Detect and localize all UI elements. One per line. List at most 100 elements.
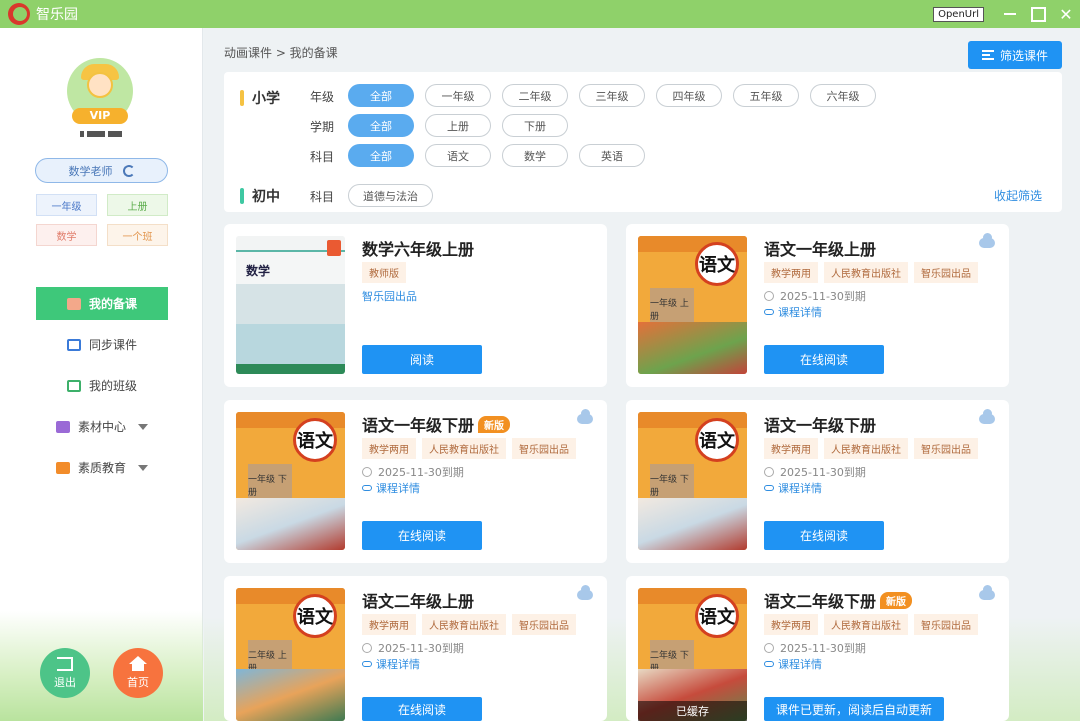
chip-subject-all[interactable]: 全部	[348, 144, 414, 167]
chip-subject-english[interactable]: 英语	[579, 144, 645, 167]
card-tag: 教学两用	[764, 438, 818, 459]
card-tag: 智乐园出品	[512, 438, 576, 459]
sidebar-item-label: 我的备课	[88, 297, 137, 311]
card-tag: 人民教育出版社	[824, 438, 908, 459]
sidebar-item-quality-education[interactable]: 素质教育	[36, 451, 168, 484]
read-online-button[interactable]: 在线阅读	[362, 521, 482, 550]
read-online-button[interactable]: 在线阅读	[764, 345, 884, 374]
card-title: 数学六年级上册	[362, 240, 475, 259]
filter-button-label: 筛选课件	[999, 48, 1048, 63]
refresh-icon	[122, 164, 135, 177]
course-card[interactable]: 语文 一年级 下册 语文一年级下册 新版 教学两用 人民教育出版社 智乐园出品 …	[224, 400, 607, 563]
breadcrumb: 动画课件 > 我的备课	[224, 46, 338, 60]
cloud-download-icon[interactable]	[577, 585, 593, 600]
cover-character: 语文	[695, 242, 739, 286]
chip-subject-morality[interactable]: 道德与法治	[348, 184, 433, 207]
filter-courseware-button[interactable]: 筛选课件	[968, 41, 1062, 69]
card-tag: 教学两用	[362, 614, 416, 635]
level-primary: 小学	[240, 88, 280, 108]
level-label: 初中	[252, 189, 280, 205]
chip-subject-math[interactable]: 数学	[502, 144, 568, 167]
course-details-link[interactable]: 课程详情	[764, 656, 822, 672]
sidebar-item-my-class[interactable]: 我的班级	[36, 369, 168, 402]
collapse-filter-link[interactable]: 收起筛选	[994, 187, 1042, 204]
read-online-button[interactable]: 在线阅读	[362, 697, 482, 721]
new-badge: 新版	[478, 415, 511, 433]
tv-icon	[55, 461, 70, 474]
sidebar-item-sync-courseware[interactable]: 同步课件	[36, 328, 168, 361]
chip-grade-2[interactable]: 二年级	[502, 84, 568, 107]
read-online-button[interactable]: 在线阅读	[764, 521, 884, 550]
vip-badge: VIP	[72, 108, 128, 124]
book-icon	[66, 297, 81, 310]
card-tags: 教学两用 人民教育出版社 智乐园出品	[764, 262, 978, 283]
card-title: 语文一年级上册	[764, 240, 877, 259]
chip-grade-4[interactable]: 四年级	[656, 84, 722, 107]
book-cover[interactable]: 数学	[236, 236, 345, 374]
sidebar-item-material-center[interactable]: 素材中心	[36, 410, 168, 443]
sidebar-item-my-prep[interactable]: 我的备课	[36, 287, 168, 320]
chip-grade-5[interactable]: 五年级	[733, 84, 799, 107]
username-masked	[80, 131, 125, 139]
app-title: 智乐园	[36, 7, 78, 23]
card-tag: 人民教育出版社	[422, 438, 506, 459]
expiry-info: 2025-11-30到期	[764, 640, 866, 656]
card-tags: 教学两用 人民教育出版社 智乐园出品	[362, 438, 576, 459]
cloud-download-icon[interactable]	[979, 233, 995, 248]
card-title: 语文一年级下册	[764, 416, 877, 435]
term-tag: 上册	[107, 194, 168, 216]
book-cover[interactable]: 语文 二年级 上册	[236, 588, 345, 721]
filter-row-label: 科目	[310, 150, 335, 164]
book-cover[interactable]: 语文 一年级 下册	[638, 412, 747, 550]
course-card[interactable]: 语文 一年级 下册 语文一年级下册 教学两用 人民教育出版社 智乐园出品 202…	[626, 400, 1009, 563]
chip-grade-3[interactable]: 三年级	[579, 84, 645, 107]
chip-term-first[interactable]: 上册	[425, 114, 491, 137]
chip-grade-all[interactable]: 全部	[348, 84, 414, 107]
cloud-download-icon[interactable]	[577, 409, 593, 424]
expiry-info: 2025-11-30到期	[764, 464, 866, 480]
book-cover[interactable]: 语文 一年级 上册	[638, 236, 747, 374]
course-details-link[interactable]: 课程详情	[764, 480, 822, 496]
card-tags: 教学两用 人民教育出版社 智乐园出品	[764, 438, 978, 459]
book-cover[interactable]: 语文 一年级 下册	[236, 412, 345, 550]
chip-subject-chinese[interactable]: 语文	[425, 144, 491, 167]
course-details-link[interactable]: 课程详情	[362, 480, 420, 496]
role-switch-button[interactable]: 数学老师	[35, 158, 168, 183]
card-tag: 人民教育出版社	[824, 614, 908, 635]
home-button[interactable]: 首页	[113, 648, 163, 698]
chip-grade-1[interactable]: 一年级	[425, 84, 491, 107]
publisher-link[interactable]: 智乐园出品	[362, 288, 417, 304]
chip-term-all[interactable]: 全部	[348, 114, 414, 137]
maximize-icon[interactable]	[1024, 0, 1052, 28]
course-card[interactable]: 语文 一年级 上册 语文一年级上册 教学两用 人民教育出版社 智乐园出品 202…	[626, 224, 1009, 387]
class-tag: 一个班	[107, 224, 168, 246]
course-card[interactable]: 语文 二年级 下册 已缓存 语文二年级下册 新版 教学两用 人民教育出版社 智乐…	[626, 576, 1009, 721]
exit-button[interactable]: 退出	[40, 648, 90, 698]
expiry-info: 2025-11-30到期	[764, 288, 866, 304]
new-badge: 新版	[880, 591, 913, 609]
cloud-download-icon[interactable]	[979, 409, 995, 424]
close-icon[interactable]: ✕	[1052, 0, 1080, 28]
read-button[interactable]: 阅读	[362, 345, 482, 374]
card-tag: 教学两用	[764, 614, 818, 635]
openurl-button[interactable]: OpenUrl	[933, 6, 984, 22]
clock-icon	[362, 467, 372, 477]
update-read-button[interactable]: 课件已更新，阅读后自动更新	[764, 697, 944, 721]
sidebar-item-label: 素质教育	[77, 461, 126, 475]
cloud-download-icon[interactable]	[979, 585, 995, 600]
card-tag: 智乐园出品	[914, 262, 978, 283]
chevron-down-icon	[138, 464, 148, 471]
card-tags: 教学两用 人民教育出版社 智乐园出品	[764, 614, 978, 635]
middle-subject-options: 道德与法治	[348, 184, 433, 207]
home-icon	[129, 656, 147, 664]
minimize-icon[interactable]	[996, 0, 1024, 28]
course-card[interactable]: 数学 数学六年级上册 教师版 智乐园出品 阅读	[224, 224, 607, 387]
chip-term-second[interactable]: 下册	[502, 114, 568, 137]
card-tag: 智乐园出品	[914, 438, 978, 459]
course-details-link[interactable]: 课程详情	[362, 656, 420, 672]
chip-grade-6[interactable]: 六年级	[810, 84, 876, 107]
course-details-link[interactable]: 课程详情	[764, 304, 822, 320]
home-label: 首页	[127, 676, 149, 689]
course-card[interactable]: 语文 二年级 上册 语文二年级上册 教学两用 人民教育出版社 智乐园出品 202…	[224, 576, 607, 721]
app-logo-icon	[8, 3, 30, 25]
